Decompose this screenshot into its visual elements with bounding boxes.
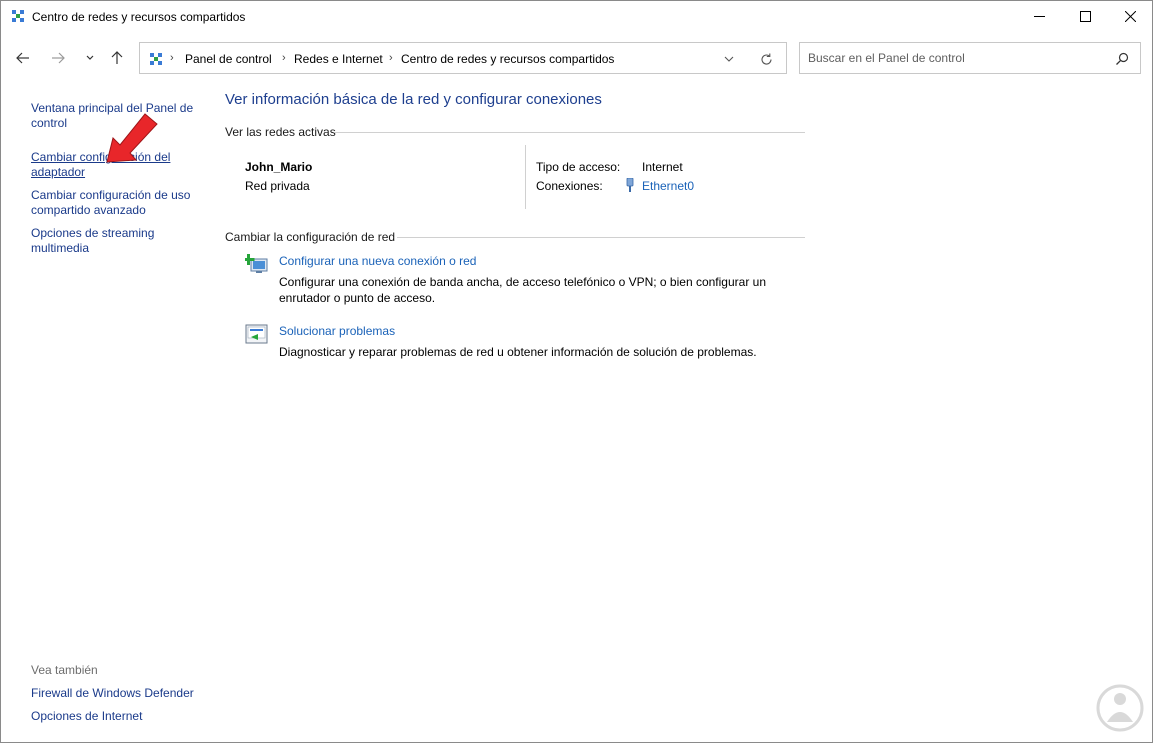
recent-locations-button[interactable] <box>79 47 101 69</box>
breadcrumb-panel-de-control[interactable]: Panel de control <box>185 52 272 66</box>
up-icon <box>111 51 123 64</box>
section-divider <box>397 237 805 238</box>
troubleshoot-link[interactable]: Solucionar problemas <box>279 324 395 338</box>
link-line: compartido avanzado <box>31 203 146 217</box>
forward-icon <box>52 52 65 64</box>
red-arrow-annotation <box>106 113 158 163</box>
link-line: adaptador <box>31 165 86 179</box>
minimize-icon <box>1033 16 1045 17</box>
recent-icon <box>86 55 94 60</box>
title-bar[interactable]: Centro de redes y recursos compartidos <box>1 1 1152 32</box>
chevron-right-icon[interactable]: › <box>389 52 393 64</box>
link-firewall[interactable]: Firewall de Windows Defender <box>31 686 194 700</box>
setup-new-connection-description: Configurar una conexión de banda ancha, … <box>279 274 789 306</box>
setup-new-connection-link[interactable]: Configurar una nueva conexión o red <box>279 254 476 268</box>
address-dropdown-button[interactable] <box>721 51 737 67</box>
address-bar[interactable]: › Panel de control › Redes e Internet › … <box>139 42 787 74</box>
maximize-icon <box>1079 11 1091 22</box>
control-panel-window: Centro de redes y recursos compartidos ›… <box>0 0 1153 743</box>
watermark-logo <box>1096 684 1144 732</box>
back-icon <box>16 52 29 64</box>
description-line: enrutador o punto de acceso. <box>279 291 436 305</box>
search-input[interactable] <box>808 51 1108 65</box>
chevron-right-icon[interactable]: › <box>170 52 174 64</box>
page-title: Ver información básica de la red y confi… <box>225 91 602 108</box>
maximize-button[interactable] <box>1062 1 1108 32</box>
troubleshoot-icon <box>245 324 268 344</box>
link-line: multimedia <box>31 241 90 255</box>
link-opciones-internet[interactable]: Opciones de Internet <box>31 709 142 723</box>
see-also-heading: Vea también <box>31 663 98 677</box>
change-settings-heading: Cambiar la configuración de red <box>225 230 396 244</box>
minimize-button[interactable] <box>1016 1 1062 32</box>
section-divider <box>335 132 805 133</box>
link-line: Opciones de streaming <box>31 226 155 240</box>
connections-label: Conexiones: <box>536 179 603 193</box>
refresh-button[interactable] <box>758 51 774 67</box>
access-type-label: Tipo de acceso: <box>536 160 621 174</box>
back-button[interactable] <box>12 47 34 69</box>
access-type-value: Internet <box>642 160 683 174</box>
breadcrumb-redes-e-internet[interactable]: Redes e Internet <box>294 52 383 66</box>
network-type: Red privada <box>245 179 310 193</box>
search-icon[interactable] <box>1114 51 1130 67</box>
chevron-right-icon[interactable]: › <box>282 52 286 64</box>
new-connection-icon <box>245 254 268 273</box>
network-icon <box>150 53 162 65</box>
vertical-divider <box>525 145 526 209</box>
description-line: Configurar una conexión de banda ancha, … <box>279 275 766 289</box>
window-title: Centro de redes y recursos compartidos <box>32 10 246 24</box>
network-name: John_Mario <box>245 160 313 174</box>
link-uso-compartido-avanzado[interactable]: Cambiar configuración de uso compartido … <box>31 188 201 218</box>
link-line: Cambiar configuración de uso <box>31 188 191 202</box>
link-opciones-streaming[interactable]: Opciones de streaming multimedia <box>31 226 201 256</box>
chevron-down-icon <box>724 56 734 62</box>
up-button[interactable] <box>106 47 128 69</box>
refresh-icon <box>760 53 772 65</box>
forward-button[interactable] <box>47 47 69 69</box>
close-icon <box>1124 11 1136 22</box>
description-line: Diagnosticar y reparar problemas de red … <box>279 345 757 359</box>
breadcrumb-centro-de-redes[interactable]: Centro de redes y recursos compartidos <box>401 52 614 66</box>
network-icon <box>12 10 24 22</box>
close-button[interactable] <box>1107 1 1153 32</box>
ethernet-connection-link[interactable]: Ethernet0 <box>642 179 694 193</box>
navigation-bar: › Panel de control › Redes e Internet › … <box>1 39 1152 79</box>
ethernet-icon <box>626 178 634 192</box>
troubleshoot-description: Diagnosticar y reparar problemas de red … <box>279 344 789 360</box>
active-networks-heading: Ver las redes activas <box>225 125 336 139</box>
search-box[interactable] <box>799 42 1141 74</box>
